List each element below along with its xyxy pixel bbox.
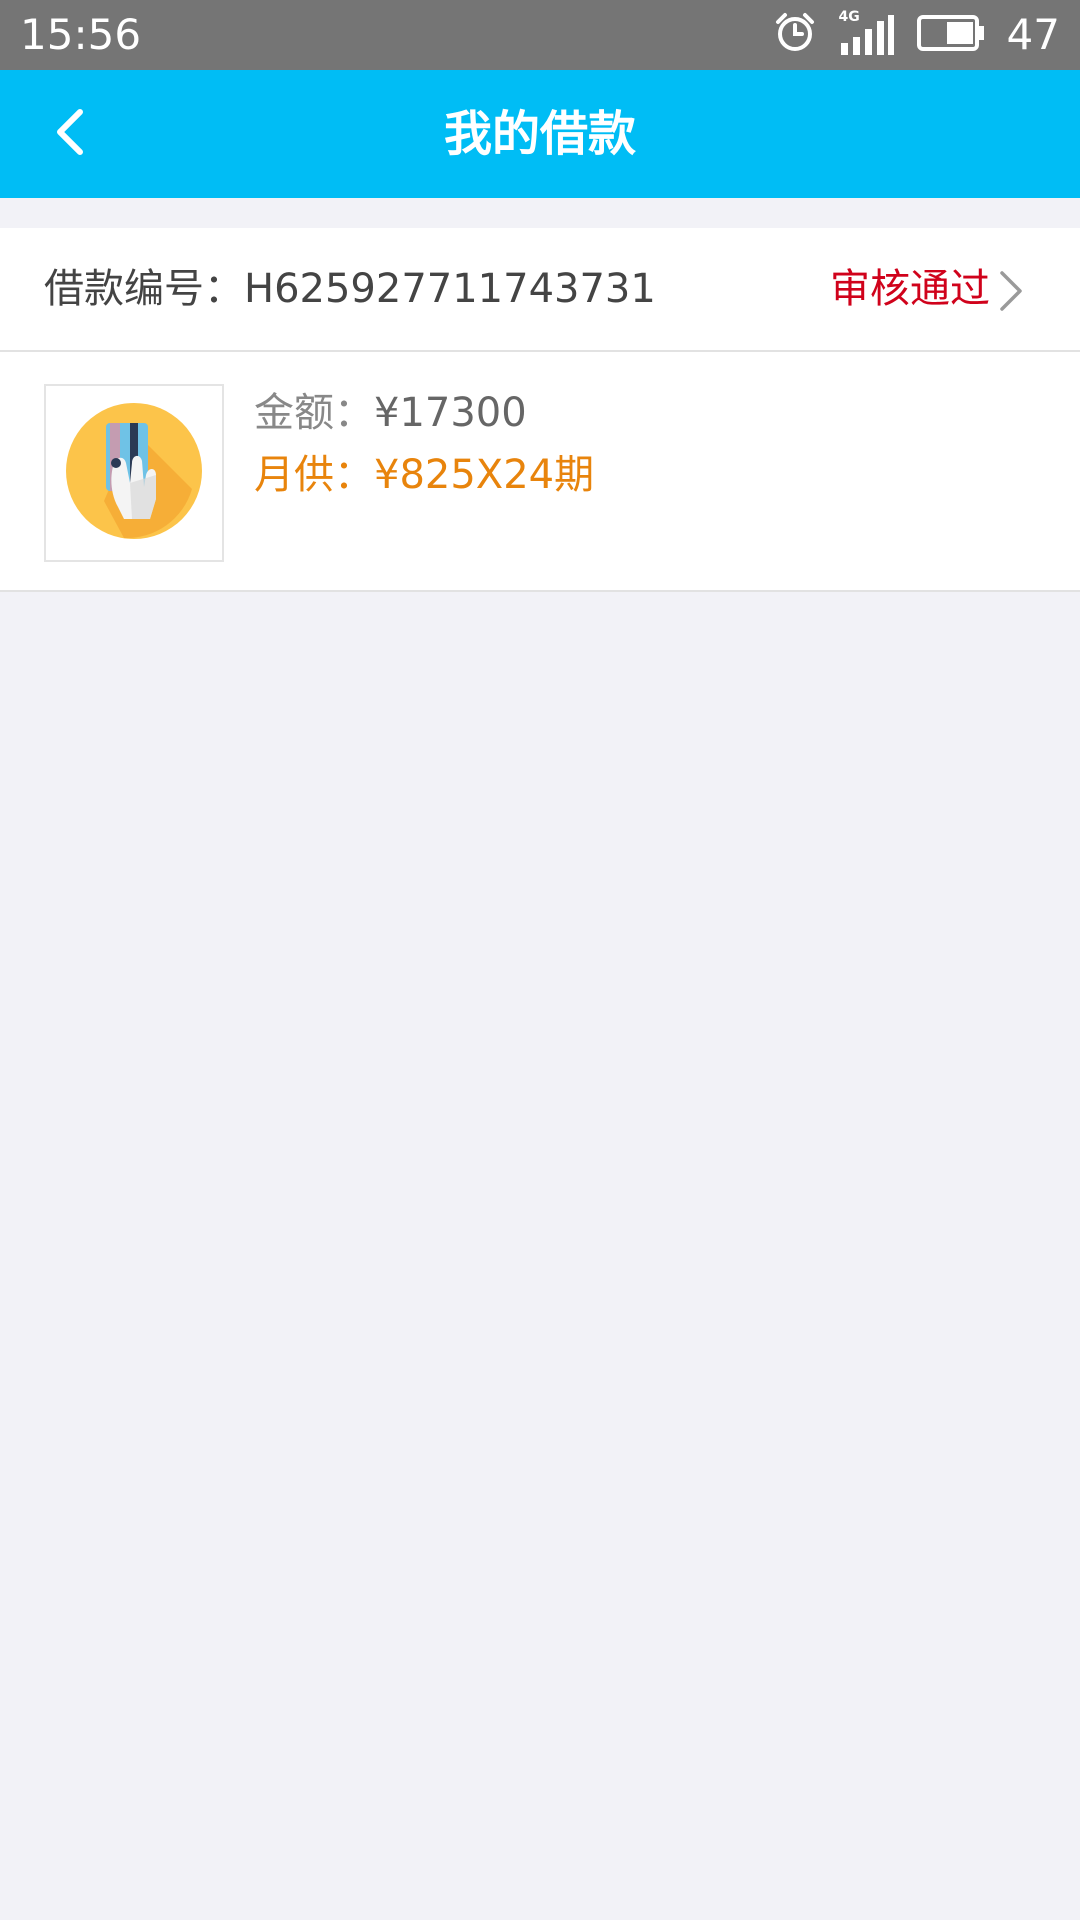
chevron-right-icon <box>990 269 1030 311</box>
monthly-label: 月供： <box>254 452 374 498</box>
monthly-value: ¥825X24期 <box>374 452 595 498</box>
loan-status: 审核通过 <box>830 266 990 312</box>
status-icons: 4G 47 <box>773 8 1060 62</box>
loan-thumbnail <box>44 384 224 562</box>
battery-icon <box>916 15 985 55</box>
battery-level: 47 <box>1006 10 1060 59</box>
loan-number-value: H625927711743731 <box>244 266 656 312</box>
loan-number-label: 借款编号： <box>44 266 244 312</box>
status-time: 15:56 <box>20 10 142 59</box>
credit-card-hand-icon <box>64 401 204 545</box>
amount-label: 金额： <box>254 390 374 436</box>
loan-monthly-payment: 月供：¥825X24期 <box>254 446 594 504</box>
amount-value: ¥17300 <box>374 390 527 436</box>
signal-icon: 4G <box>839 9 895 57</box>
alarm-icon <box>773 11 817 59</box>
loan-detail-row[interactable]: 金额：¥17300 月供：¥825X24期 <box>0 352 1080 592</box>
loan-number: 借款编号：H625927711743731 <box>44 228 656 350</box>
status-bar: 15:56 4G 47 <box>0 0 1080 70</box>
loan-amount: 金额：¥17300 <box>254 384 527 442</box>
page-title: 我的借款 <box>443 106 636 162</box>
title-bar: 我的借款 <box>0 70 1080 198</box>
loan-header-row[interactable]: 借款编号：H625927711743731 审核通过 <box>0 228 1080 352</box>
